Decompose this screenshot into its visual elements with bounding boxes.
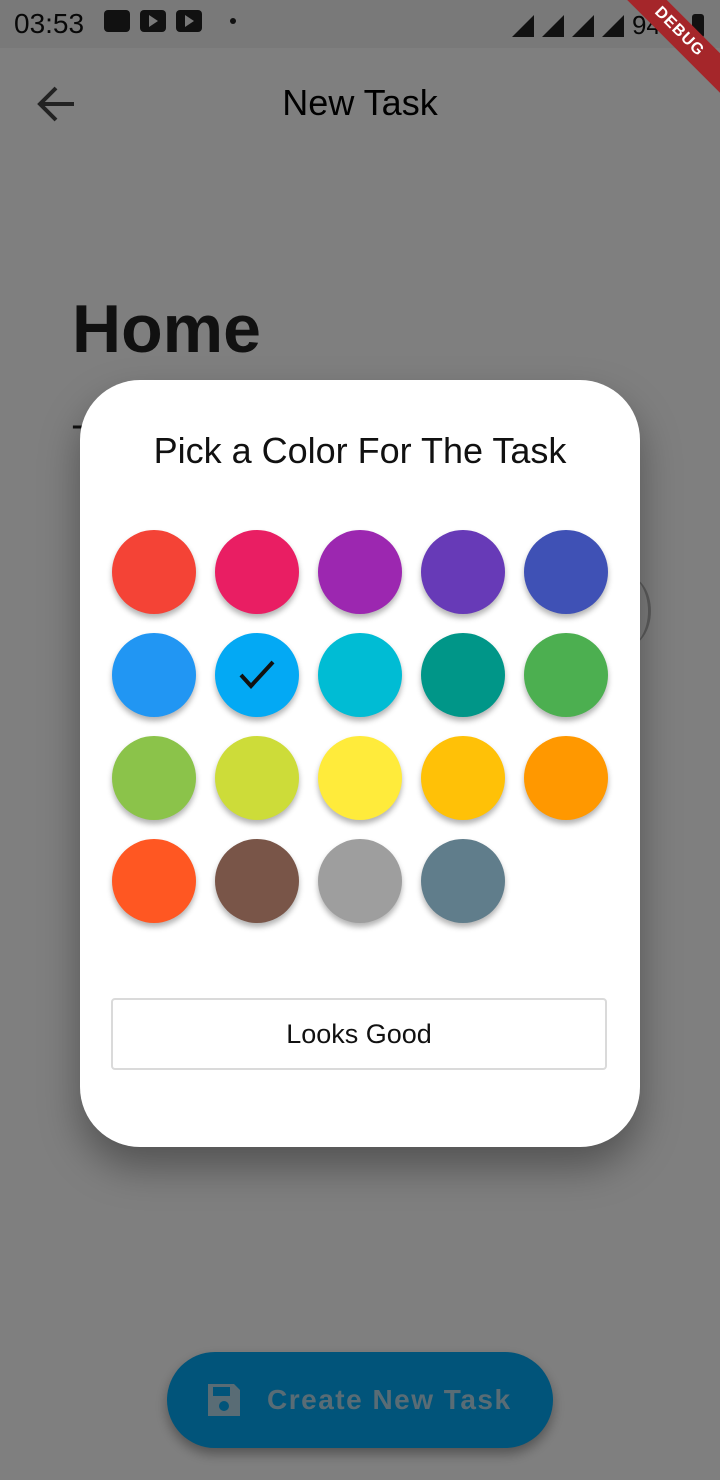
color-swatch[interactable] [524,633,608,717]
color-swatch[interactable] [112,633,196,717]
looks-good-button[interactable]: Looks Good [111,998,607,1070]
color-swatch-grid [112,530,612,923]
color-swatch[interactable] [318,633,402,717]
color-swatch[interactable] [318,530,402,614]
color-picker-dialog: Pick a Color For The Task Looks Good [80,380,640,1147]
color-swatch[interactable] [112,736,196,820]
color-swatch[interactable] [421,839,505,923]
color-swatch[interactable] [421,530,505,614]
color-swatch[interactable] [215,839,299,923]
color-swatch[interactable] [421,633,505,717]
color-swatch[interactable] [421,736,505,820]
color-swatch[interactable] [112,530,196,614]
color-swatch[interactable] [524,530,608,614]
color-swatch[interactable] [318,736,402,820]
color-swatch[interactable] [112,839,196,923]
color-swatch-selected[interactable] [215,633,299,717]
color-swatch[interactable] [215,530,299,614]
check-icon [239,660,275,689]
color-swatch[interactable] [318,839,402,923]
color-swatch[interactable] [524,736,608,820]
dialog-title: Pick a Color For The Task [153,430,567,471]
color-swatch[interactable] [215,736,299,820]
